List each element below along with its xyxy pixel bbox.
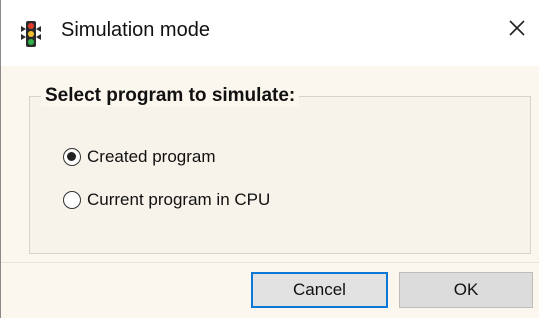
radio-current-program-in-cpu[interactable] [63,191,81,209]
option-label: Created program [87,147,216,166]
ok-button[interactable]: OK [399,272,533,308]
close-button[interactable] [495,6,539,54]
close-icon [508,19,526,42]
divider [1,262,539,263]
program-groupbox [29,96,531,254]
cancel-button[interactable]: Cancel [251,272,388,308]
radio-created-program[interactable] [63,148,81,166]
title-bar: Simulation mode [1,0,539,66]
option-created-program[interactable]: Created program [63,145,216,169]
traffic-light-icon [17,20,45,48]
window-title: Simulation mode [61,19,210,41]
option-current-program-in-cpu[interactable]: Current program in CPU [63,188,270,212]
simulation-mode-dialog: Simulation mode Select program to simula… [0,0,539,318]
groupbox-title: Select program to simulate: [41,85,300,107]
option-label: Current program in CPU [87,190,271,209]
